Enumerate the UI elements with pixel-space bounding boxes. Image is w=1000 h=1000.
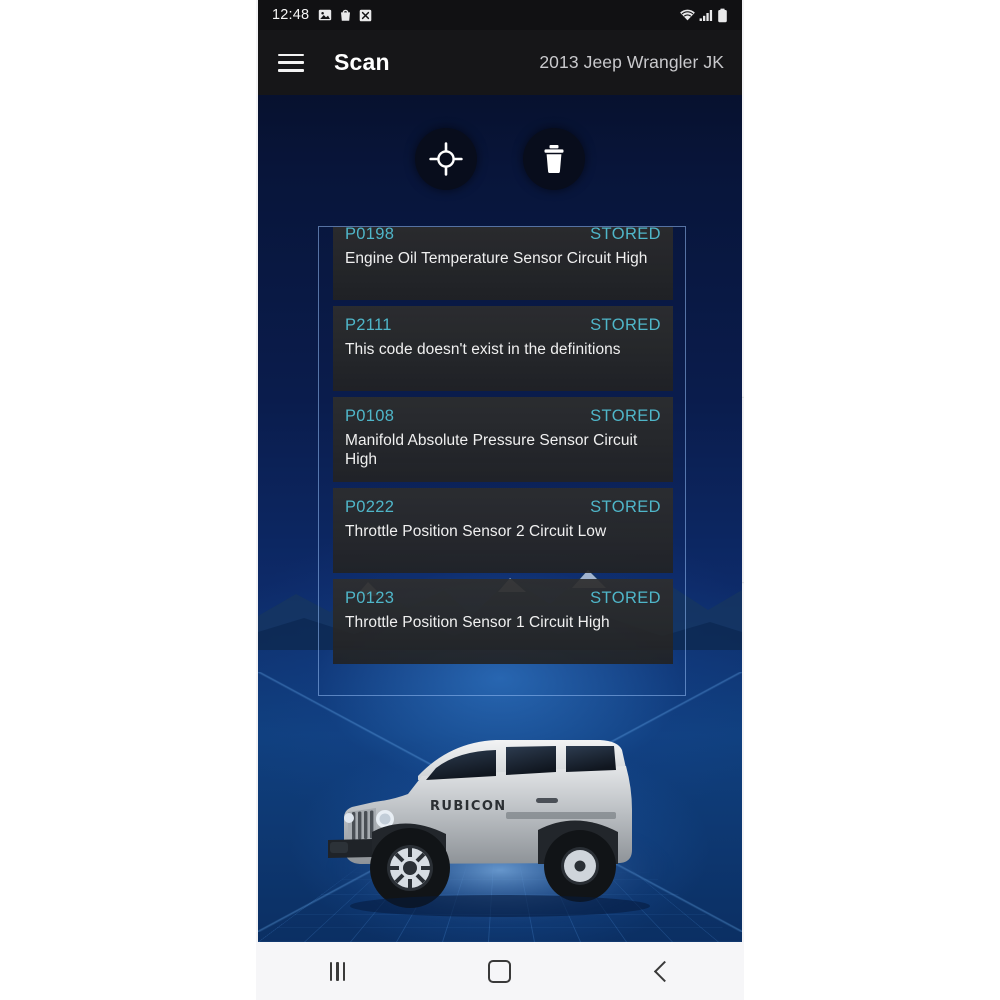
- clear-codes-button[interactable]: [523, 128, 585, 190]
- nav-home-button[interactable]: [470, 951, 530, 991]
- status-badge: STORED: [590, 316, 661, 334]
- dtc-description: Throttle Position Sensor 1 Circuit High: [345, 614, 610, 631]
- dtc-header-row: P0198 STORED: [345, 226, 661, 244]
- table-row[interactable]: P0108 STORED Manifold Absolute Pressure …: [333, 397, 673, 482]
- status-badge: STORED: [590, 407, 661, 425]
- dtc-description: Throttle Position Sensor 2 Circuit Low: [345, 523, 607, 540]
- status-bar: 12:48: [258, 0, 742, 30]
- shopping-bag-icon: [341, 9, 351, 21]
- vehicle-illustration: RUBICON: [300, 714, 700, 934]
- hamburger-menu-icon[interactable]: [278, 53, 304, 72]
- dtc-list-container[interactable]: P0198 STORED Engine Oil Temperature Sens…: [318, 226, 686, 696]
- trash-icon: [544, 145, 564, 174]
- status-badge: STORED: [590, 589, 661, 607]
- image-icon: [319, 9, 332, 21]
- status-bar-clock: 12:48: [272, 7, 310, 23]
- dtc-code: P2111: [345, 316, 392, 334]
- dtc-header-row: P0123 STORED: [345, 589, 661, 608]
- nav-recents-button[interactable]: [307, 951, 367, 991]
- screenshot-stage: 12:48 Scan 2013 Jeep Wrangler JK P0198 S…: [0, 0, 1000, 1000]
- rear-wheel: [544, 830, 616, 902]
- status-bar-system-icons: [679, 8, 728, 23]
- home-icon: [488, 959, 512, 983]
- dtc-description: Manifold Absolute Pressure Sensor Circui…: [345, 432, 638, 469]
- nav-back-button[interactable]: [633, 951, 693, 991]
- dtc-header-row: P0222 STORED: [345, 498, 661, 517]
- wifi-icon: [680, 9, 695, 21]
- page-title: Scan: [334, 49, 390, 75]
- app-bar: Scan 2013 Jeep Wrangler JK: [258, 30, 742, 95]
- status-bar-notification-icons: [318, 8, 372, 22]
- action-button-row: [258, 128, 742, 190]
- cellular-signal-icon: [699, 10, 713, 21]
- status-badge: STORED: [590, 226, 661, 243]
- recents-icon: [329, 961, 345, 981]
- dtc-code: P0123: [345, 589, 395, 607]
- dtc-description: This code doesn't exist in the definitio…: [345, 341, 621, 358]
- dtc-header-row: P0108 STORED: [345, 407, 661, 426]
- table-row[interactable]: P0198 STORED Engine Oil Temperature Sens…: [333, 226, 673, 300]
- dtc-code: P0198: [345, 226, 395, 243]
- dtc-list: P0198 STORED Engine Oil Temperature Sens…: [333, 226, 673, 670]
- back-chevron-icon: [654, 960, 676, 982]
- dtc-code: P0108: [345, 407, 395, 425]
- dtc-description: Engine Oil Temperature Sensor Circuit Hi…: [345, 250, 648, 267]
- dtc-code: P0222: [345, 498, 395, 516]
- crosshair-target-icon: [429, 142, 463, 176]
- svg-text:RUBICON: RUBICON: [430, 799, 507, 814]
- jeep-wrangler-graphic: RUBICON: [325, 740, 675, 926]
- scan-button[interactable]: [415, 128, 477, 190]
- dtc-header-row: P2111 STORED: [345, 316, 661, 335]
- battery-icon: [718, 8, 727, 22]
- phone-device: 12:48 Scan 2013 Jeep Wrangler JK P0198 S…: [256, 0, 744, 1000]
- vehicle-label: 2013 Jeep Wrangler JK: [539, 52, 724, 72]
- status-badge: STORED: [590, 498, 661, 516]
- android-nav-bar: [256, 942, 744, 1000]
- phone-screen: 12:48 Scan 2013 Jeep Wrangler JK P0198 S…: [258, 0, 742, 942]
- table-row[interactable]: P0222 STORED Throttle Position Sensor 2 …: [333, 488, 673, 573]
- x-box-icon: [359, 9, 372, 21]
- table-row[interactable]: P0123 STORED Throttle Position Sensor 1 …: [333, 579, 673, 664]
- table-row[interactable]: P2111 STORED This code doesn't exist in …: [333, 306, 673, 391]
